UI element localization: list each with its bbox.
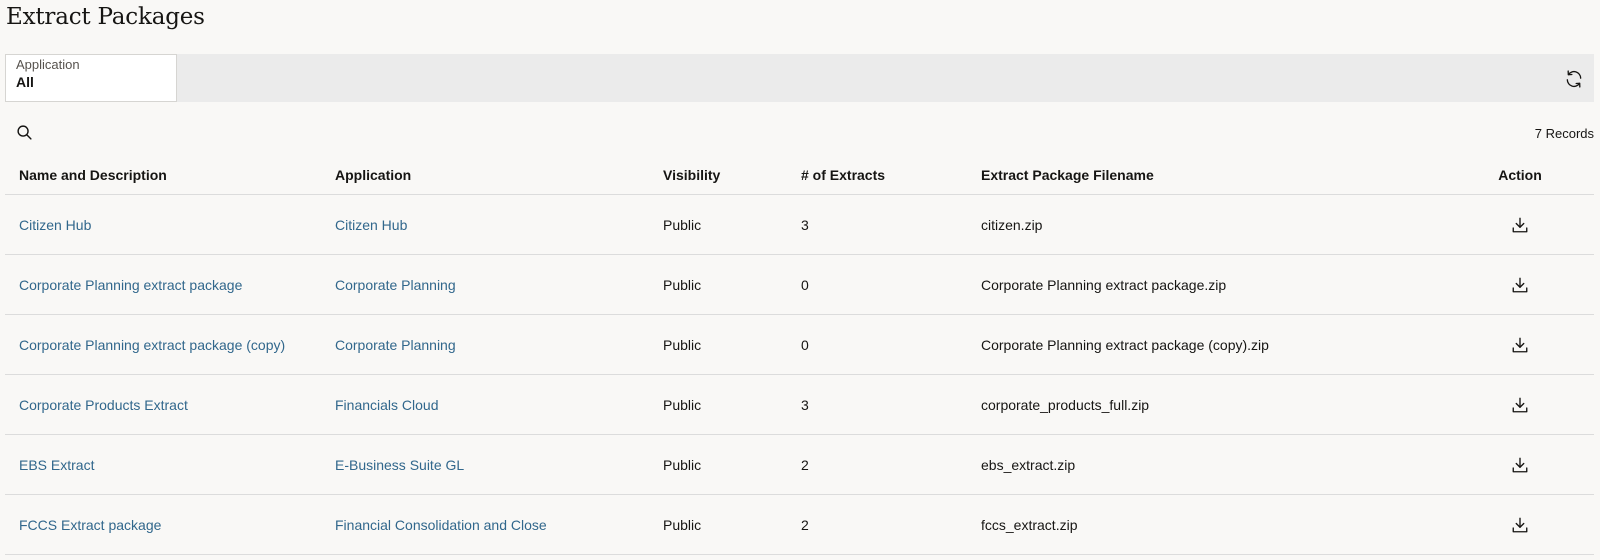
table-row: FCCS Extract package Financial Consolida… (5, 495, 1594, 555)
filter-bar: Application All (5, 54, 1594, 102)
table-row: EBS Extract E-Business Suite GL Public 2… (5, 435, 1594, 495)
download-icon (1512, 337, 1528, 352)
search-icon (16, 124, 32, 140)
table-row: Citizen Hub Citizen Hub Public 3 citizen… (5, 195, 1594, 255)
row-name-link[interactable]: FCCS Extract package (19, 517, 161, 533)
row-filename: fccs_extract.zip (981, 516, 1078, 533)
page-title: Extract Packages (6, 4, 205, 30)
header-action: Action (1498, 166, 1542, 183)
header-extracts[interactable]: # of Extracts (801, 155, 885, 194)
row-application-link[interactable]: Corporate Planning (335, 277, 456, 293)
records-count: 7 Records (1534, 126, 1594, 141)
row-filename: corporate_products_full.zip (981, 396, 1150, 413)
download-button[interactable] (1509, 334, 1531, 356)
row-extracts: 3 (801, 216, 809, 233)
row-application-link[interactable]: Financial Consolidation and Close (335, 517, 547, 533)
row-name-link[interactable]: Corporate Planning extract package (copy… (19, 337, 285, 353)
download-icon (1512, 217, 1528, 232)
download-icon (1512, 277, 1528, 292)
row-extracts: 0 (801, 276, 809, 293)
row-application-link[interactable]: E-Business Suite GL (335, 457, 464, 473)
download-button[interactable] (1509, 394, 1531, 416)
download-button[interactable] (1509, 214, 1531, 236)
row-application-link[interactable]: Corporate Planning (335, 337, 456, 353)
application-filter[interactable]: Application All (5, 54, 177, 102)
row-visibility: Public (663, 516, 702, 533)
header-application[interactable]: Application (335, 155, 411, 194)
row-visibility: Public (663, 336, 702, 353)
application-filter-value: All (16, 74, 34, 90)
search-button[interactable] (14, 122, 34, 142)
row-filename: Corporate Planning extract package.zip (981, 276, 1227, 293)
table-row: Corporate Planning extract package Corpo… (5, 255, 1594, 315)
row-extracts: 2 (801, 516, 809, 533)
row-name-link[interactable]: Citizen Hub (19, 217, 91, 233)
download-button[interactable] (1509, 514, 1531, 536)
row-name-link[interactable]: Corporate Products Extract (19, 397, 188, 413)
extract-packages-page: Extract Packages Application All 7 Recor… (0, 0, 1600, 560)
row-application-link[interactable]: Financials Cloud (335, 397, 439, 413)
row-visibility: Public (663, 456, 702, 473)
row-application-link[interactable]: Citizen Hub (335, 217, 407, 233)
row-extracts: 2 (801, 456, 809, 473)
header-name[interactable]: Name and Description (19, 155, 167, 194)
row-extracts: 0 (801, 336, 809, 353)
table-row: Corporate Products Extract Financials Cl… (5, 375, 1594, 435)
table-row: Corporate Planning extract package (copy… (5, 315, 1594, 375)
row-name-link[interactable]: Corporate Planning extract package (19, 277, 242, 293)
download-icon (1512, 397, 1528, 412)
row-visibility: Public (663, 276, 702, 293)
header-visibility[interactable]: Visibility (663, 155, 720, 194)
row-filename: citizen.zip (981, 216, 1043, 233)
refresh-icon (1566, 70, 1582, 88)
download-icon (1512, 517, 1528, 532)
application-filter-label: Application (16, 57, 80, 72)
refresh-button[interactable] (1562, 67, 1586, 91)
download-button[interactable] (1509, 454, 1531, 476)
row-filename: Corporate Planning extract package (copy… (981, 336, 1269, 353)
header-filename[interactable]: Extract Package Filename (981, 155, 1154, 194)
row-visibility: Public (663, 396, 702, 413)
row-name-link[interactable]: EBS Extract (19, 457, 94, 473)
download-icon (1512, 457, 1528, 472)
row-filename: ebs_extract.zip (981, 456, 1076, 473)
extract-packages-table: Name and Description Application Visibil… (5, 155, 1594, 555)
table-header: Name and Description Application Visibil… (5, 155, 1594, 195)
row-visibility: Public (663, 216, 702, 233)
row-extracts: 3 (801, 396, 809, 413)
download-button[interactable] (1509, 274, 1531, 296)
